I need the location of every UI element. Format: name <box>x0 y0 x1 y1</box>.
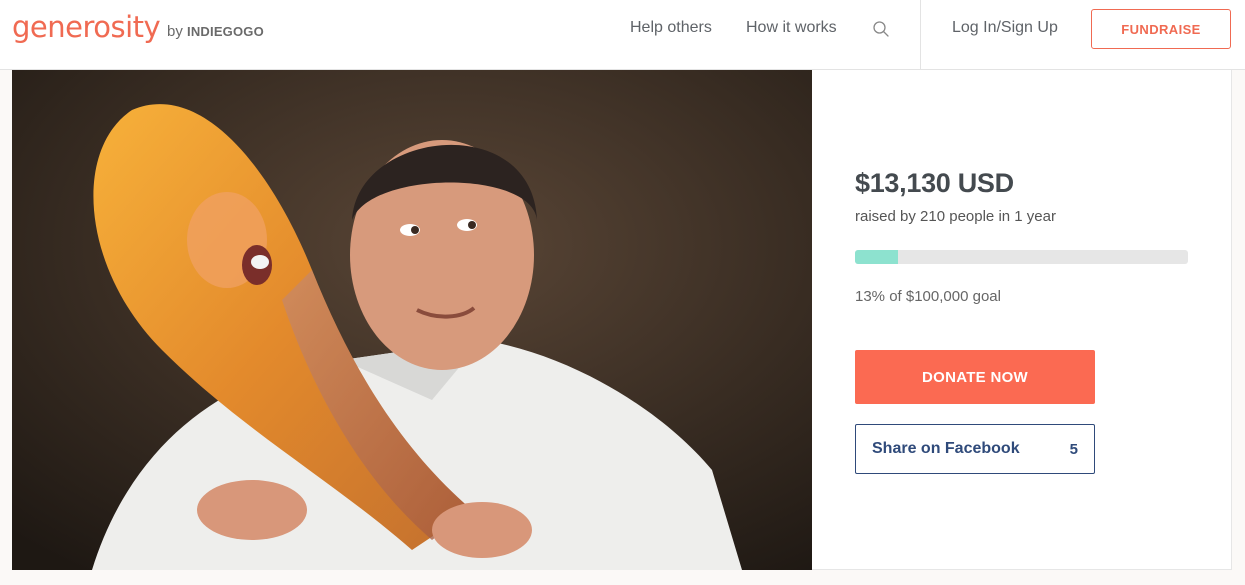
campaign-hero-image <box>12 70 812 570</box>
nav-how-it-works[interactable]: How it works <box>746 19 837 37</box>
share-label: Share on Facebook <box>872 440 1020 457</box>
campaign-photo <box>12 70 812 570</box>
fundraise-button[interactable]: FUNDRAISE <box>1091 9 1231 49</box>
logo-byline: by INDIEGOGO <box>167 23 264 40</box>
campaign-summary-panel: $13,130 USD raised by 210 people in 1 ye… <box>812 70 1232 570</box>
raised-by-text: raised by 210 people in 1 year <box>855 208 1056 225</box>
progress-bar-fill <box>855 250 899 264</box>
goal-text: 13% of $100,000 goal <box>855 288 1001 305</box>
logo-by-brand: INDIEGOGO <box>187 24 264 39</box>
amount-raised: $13,130 USD <box>855 168 1014 198</box>
nav-help-others[interactable]: Help others <box>630 19 712 37</box>
login-link[interactable]: Log In/Sign Up <box>952 19 1058 37</box>
donate-now-button[interactable]: DONATE NOW <box>855 350 1095 404</box>
header-divider <box>920 0 921 70</box>
logo-by-text: by <box>167 23 183 40</box>
generosity-logo[interactable]: generosity <box>12 10 161 44</box>
site-header: generosity by INDIEGOGO Help others How … <box>0 0 1245 70</box>
share-count: 5 <box>1069 440 1078 458</box>
share-on-facebook-button[interactable]: Share on Facebook 5 <box>855 424 1095 474</box>
progress-bar <box>855 250 1188 264</box>
search-icon[interactable] <box>872 20 890 38</box>
